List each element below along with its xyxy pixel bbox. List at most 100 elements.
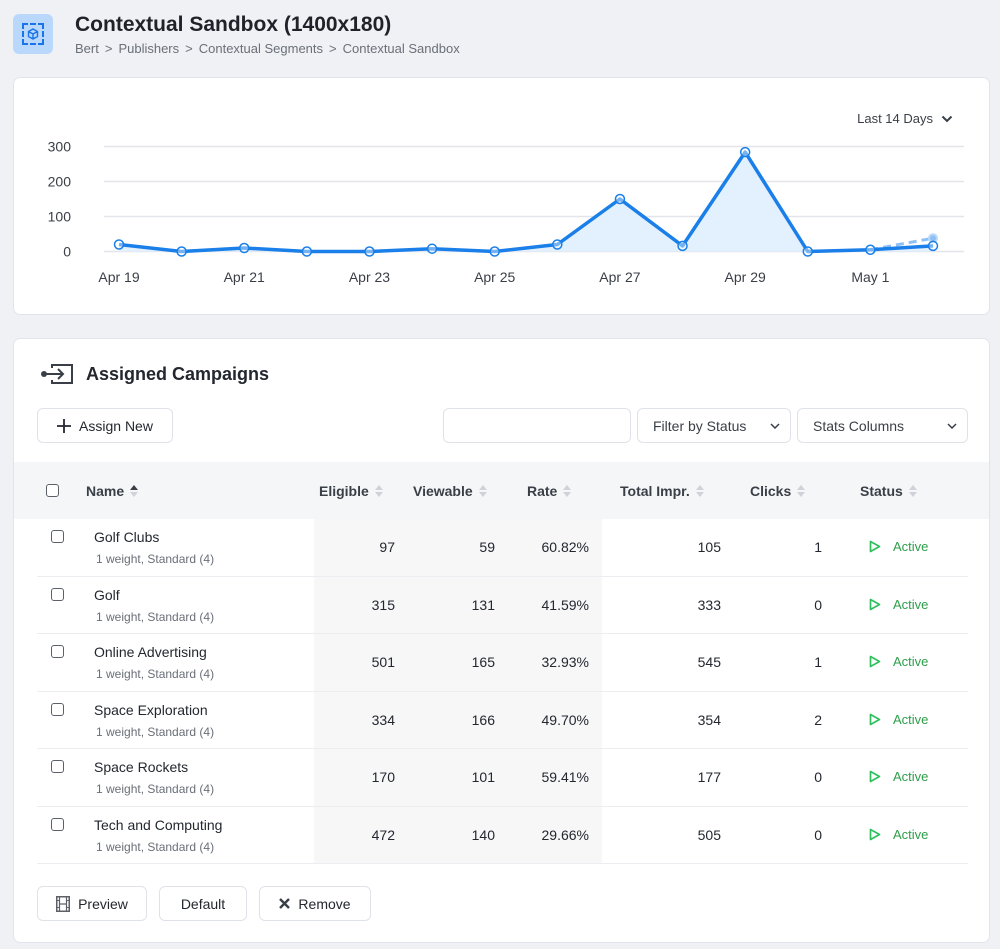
row-checkbox[interactable] [51, 702, 64, 716]
section-title: Assigned Campaigns [86, 363, 270, 384]
campaign-weight: 1 weight, [96, 552, 145, 566]
table-row[interactable]: Space Rockets 1 weight, Standard (4) 170 10… [37, 749, 968, 807]
eligible-value: 501 [371, 654, 395, 670]
play-icon [869, 828, 881, 840]
clicks-value: 2 [814, 711, 822, 728]
campaign-name[interactable]: Online Advertising [94, 644, 207, 660]
breadcrumb: Bert > Publishers > Contextual Segments > Cont… [75, 41, 460, 56]
table-row[interactable]: Golf Clubs 1 weight, Standard (4) 97 59 60.8… [37, 519, 968, 577]
status-label: Active [893, 596, 929, 612]
remove-button[interactable]: Remove [259, 886, 371, 921]
campaign-weight: 1 weight, [96, 609, 145, 624]
preview-label: Preview [78, 895, 128, 912]
column-status[interactable]: Status [860, 462, 918, 519]
status-badge: Active [869, 712, 928, 727]
data-point [865, 244, 876, 255]
select-all-checkbox[interactable] [46, 462, 59, 519]
data-point [552, 239, 563, 250]
data-point [426, 243, 438, 254]
x-tick-label: Apr 23 [349, 269, 390, 285]
rate-value: 29.66% [541, 826, 589, 843]
column-total-label: Total Impr. [620, 482, 690, 499]
filter-status-select[interactable]: Filter by Status [637, 408, 791, 443]
play-icon [869, 540, 881, 553]
viewable-value: 59 [479, 539, 495, 555]
play-icon [869, 713, 881, 725]
total-impressions-value: 333 [697, 596, 721, 613]
table-row[interactable]: Space Exploration 1 weight, Standard (4) 3… [37, 692, 968, 749]
search-input[interactable] [443, 408, 631, 443]
campaign-name[interactable]: Golf [94, 587, 120, 603]
cube-dashed-icon [13, 14, 53, 54]
campaign-meta: 1 weight, Standard (4) [96, 667, 214, 681]
assign-arrow-icon [41, 364, 73, 384]
x-tick-label: Apr 25 [474, 269, 515, 285]
campaign-type: Standard (4) [147, 782, 215, 796]
campaign-meta: 1 weight, Standard (4) [96, 782, 214, 796]
total-impressions-value: 505 [697, 826, 721, 843]
column-viewable[interactable]: Viewable [413, 462, 488, 519]
status-label: Active [893, 539, 929, 554]
stats-columns-select[interactable]: Stats Columns [797, 408, 968, 443]
assign-new-button[interactable]: Assign New [37, 408, 173, 443]
rate-value: 59.41% [541, 769, 589, 785]
sort-icon [374, 484, 384, 498]
viewable-value: 131 [471, 596, 495, 613]
column-status-label: Status [860, 482, 903, 499]
status-label: Active [893, 711, 929, 727]
sort-icon [563, 484, 572, 498]
row-checkbox[interactable] [51, 530, 64, 543]
campaign-name[interactable]: Tech and Computing [94, 817, 222, 833]
clicks-value: 0 [814, 769, 822, 785]
status-badge: Active [869, 654, 928, 669]
clicks-value: 1 [814, 654, 822, 670]
page-header: Contextual Sandbox (1400x180) Bert > Publi… [13, 13, 460, 56]
campaign-meta: 1 weight, Standard (4) [96, 725, 214, 739]
column-total-impressions[interactable]: Total Impr. [620, 462, 705, 519]
row-checkbox[interactable] [51, 645, 64, 658]
status-badge: Active [869, 769, 928, 784]
column-name[interactable]: Name [86, 462, 139, 519]
page-title: Contextual Sandbox (1400x180) [75, 13, 392, 36]
filter-status-label: Filter by Status [653, 417, 747, 434]
campaign-type: Standard (4) [147, 839, 215, 854]
rate-value: 49.70% [541, 711, 589, 728]
row-checkbox[interactable] [51, 817, 64, 831]
sort-icon [478, 484, 488, 498]
eligible-value: 170 [371, 769, 395, 785]
campaign-weight: 1 weight, [96, 782, 145, 796]
status-badge: Active [869, 539, 928, 554]
plus-icon [57, 418, 72, 433]
table-row[interactable]: Tech and Computing 1 weight, Standard (4)… [37, 807, 968, 864]
breadcrumb-item-bert[interactable]: Bert [75, 41, 99, 56]
clicks-value: 0 [814, 826, 822, 843]
data-point [489, 246, 500, 257]
table-row[interactable]: Online Advertising 1 weight, Standard (4)… [37, 634, 968, 692]
viewable-value: 166 [471, 711, 495, 728]
breadcrumb-item-publishers[interactable]: Publishers [118, 41, 179, 56]
row-checkbox[interactable] [51, 760, 64, 773]
play-icon [869, 598, 881, 610]
campaign-name[interactable]: Space Rockets [94, 759, 188, 775]
preview-button[interactable]: Preview [37, 886, 147, 921]
total-impressions-value: 177 [697, 769, 721, 785]
column-eligible[interactable]: Eligible [319, 462, 384, 519]
section-header: Assigned Campaigns [40, 363, 269, 385]
status-label: Active [893, 826, 929, 842]
breadcrumb-item-contextual-segments[interactable]: Contextual Segments [199, 41, 323, 56]
campaign-name[interactable]: Golf Clubs [94, 529, 159, 545]
data-point [364, 246, 375, 257]
column-rate[interactable]: Rate [527, 462, 572, 519]
campaign-meta: 1 weight, Standard (4) [96, 840, 214, 854]
campaign-weight: 1 weight, [96, 724, 145, 739]
campaign-name[interactable]: Space Exploration [94, 702, 208, 718]
campaign-type: Standard (4) [147, 724, 215, 739]
rate-value: 32.93% [541, 654, 589, 670]
campaign-meta: 1 weight, Standard (4) [96, 610, 214, 624]
row-checkbox[interactable] [51, 587, 64, 601]
table-row[interactable]: Golf 1 weight, Standard (4) 315 131 41.59% 33… [37, 577, 968, 634]
default-button[interactable]: Default [159, 886, 247, 921]
data-point [113, 239, 125, 250]
column-clicks[interactable]: Clicks [750, 462, 806, 519]
y-tick-label: 300 [48, 139, 72, 155]
